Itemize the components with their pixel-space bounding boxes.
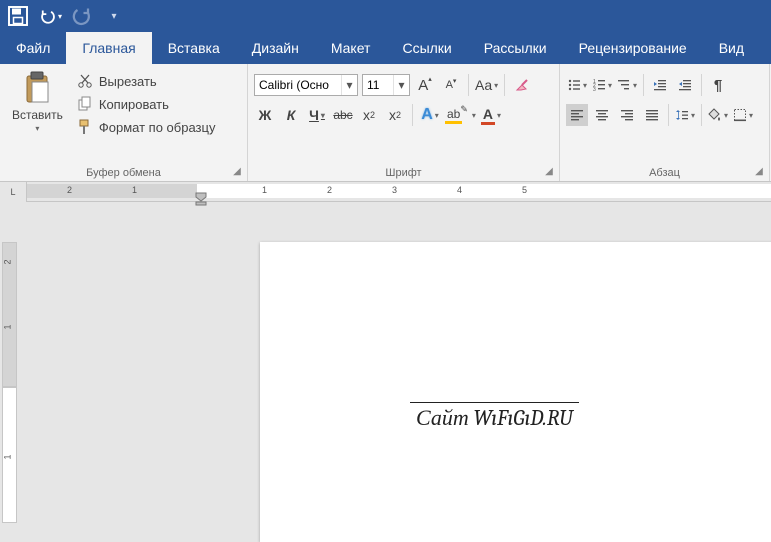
font-name-input[interactable]: [255, 75, 341, 95]
vruler-num: 1: [3, 324, 13, 329]
vruler-num: 1: [3, 454, 13, 459]
subscript-button[interactable]: x2: [358, 104, 380, 126]
tab-design[interactable]: Дизайн: [236, 32, 315, 64]
ribbon-tabs: Файл Главная Вставка Дизайн Макет Ссылки…: [0, 32, 771, 64]
ruler-num: 1: [262, 185, 267, 195]
ruler-num: 4: [457, 185, 462, 195]
document-page[interactable]: Сайт WıFıGıD.RU: [260, 242, 771, 542]
font-size-dropdown[interactable]: ▾: [393, 75, 409, 95]
font-name-combo[interactable]: ▾: [254, 74, 358, 96]
workspace: L 2 1 1 2 3 4 5 2 1 1 Сайт WıFıGıD.RU: [0, 182, 771, 523]
tab-insert[interactable]: Вставка: [152, 32, 236, 64]
ruler-num: 2: [67, 185, 72, 195]
font-name-dropdown[interactable]: ▾: [341, 75, 357, 95]
horizontal-ruler[interactable]: L 2 1 1 2 3 4 5: [0, 182, 771, 202]
highlight-button[interactable]: ab✎: [445, 104, 476, 126]
shrink-font-button[interactable]: A▾: [440, 74, 462, 96]
change-case-button[interactable]: Aa: [475, 74, 498, 96]
underline-button[interactable]: Ч: [306, 104, 328, 126]
group-font: ▾ ▾ A▴ A▾ Aa Ж К Ч abc x2 x2 A ab✎ A: [248, 64, 560, 181]
tab-file[interactable]: Файл: [0, 32, 66, 64]
numbering-button[interactable]: 123: [591, 74, 613, 96]
font-size-combo[interactable]: ▾: [362, 74, 410, 96]
decrease-indent-button[interactable]: [649, 74, 671, 96]
tab-references[interactable]: Ссылки: [386, 32, 467, 64]
multilevel-list-button[interactable]: [616, 74, 638, 96]
tab-mailings[interactable]: Рассылки: [468, 32, 563, 64]
ruler-num: 1: [132, 185, 137, 195]
group-paragraph: 123 ¶ Абзац ◢: [560, 64, 770, 181]
document-text[interactable]: Сайт WıFıGıD.RU: [410, 402, 579, 431]
tab-review[interactable]: Рецензирование: [563, 32, 703, 64]
indent-marker-icon[interactable]: [195, 192, 207, 211]
group-clipboard: Вставить ▾ Вырезать Копировать Формат по…: [0, 64, 248, 181]
qat-customize-button[interactable]: ▾: [102, 4, 126, 28]
save-button[interactable]: [6, 4, 30, 28]
italic-button[interactable]: К: [280, 104, 302, 126]
clear-formatting-button[interactable]: [511, 74, 533, 96]
svg-text:3: 3: [593, 87, 596, 92]
increase-indent-button[interactable]: [674, 74, 696, 96]
vertical-ruler[interactable]: 2 1 1: [0, 242, 20, 523]
cut-label: Вырезать: [99, 74, 157, 89]
tab-selector[interactable]: L: [0, 182, 27, 202]
format-painter-button[interactable]: Формат по образцу: [73, 118, 220, 136]
clipboard-dialog-launcher[interactable]: ◢: [230, 164, 244, 178]
shading-button[interactable]: [707, 104, 729, 126]
tab-home[interactable]: Главная: [66, 32, 151, 64]
font-group-label: Шрифт: [248, 167, 559, 179]
paragraph-dialog-launcher[interactable]: ◢: [752, 164, 766, 178]
align-center-button[interactable]: [591, 104, 613, 126]
borders-button[interactable]: [732, 104, 754, 126]
bold-button[interactable]: Ж: [254, 104, 276, 126]
paragraph-group-label: Абзац: [560, 167, 769, 179]
text-effects-button[interactable]: A: [419, 104, 441, 126]
format-painter-label: Формат по образцу: [99, 120, 216, 135]
strikethrough-button[interactable]: abc: [332, 104, 354, 126]
font-dialog-launcher[interactable]: ◢: [542, 164, 556, 178]
ruler-num: 5: [522, 185, 527, 195]
justify-button[interactable]: [641, 104, 663, 126]
copy-button[interactable]: Копировать: [73, 95, 220, 113]
undo-button[interactable]: ▾: [38, 4, 62, 28]
ruler-num: 3: [392, 185, 397, 195]
tab-view[interactable]: Вид: [703, 32, 760, 64]
ribbon: Вставить ▾ Вырезать Копировать Формат по…: [0, 64, 771, 182]
show-marks-button[interactable]: ¶: [707, 74, 729, 96]
clipboard-group-label: Буфер обмена: [0, 167, 247, 179]
paste-label: Вставить: [12, 108, 63, 122]
align-right-button[interactable]: [616, 104, 638, 126]
align-left-button[interactable]: [566, 104, 588, 126]
quick-access-toolbar: ▾ ▾: [0, 0, 771, 32]
grow-font-button[interactable]: A▴: [414, 74, 436, 96]
superscript-button[interactable]: x2: [384, 104, 406, 126]
ruler-num: 2: [327, 185, 332, 195]
tab-layout[interactable]: Макет: [315, 32, 387, 64]
font-color-button[interactable]: A: [480, 104, 502, 126]
cut-button[interactable]: Вырезать: [73, 72, 220, 90]
line-spacing-button[interactable]: [674, 104, 696, 126]
bullets-button[interactable]: [566, 74, 588, 96]
vruler-num: 2: [3, 259, 13, 264]
redo-button[interactable]: [70, 4, 94, 28]
paste-button[interactable]: Вставить ▾: [6, 68, 69, 181]
font-size-input[interactable]: [363, 75, 393, 95]
copy-label: Копировать: [99, 97, 169, 112]
